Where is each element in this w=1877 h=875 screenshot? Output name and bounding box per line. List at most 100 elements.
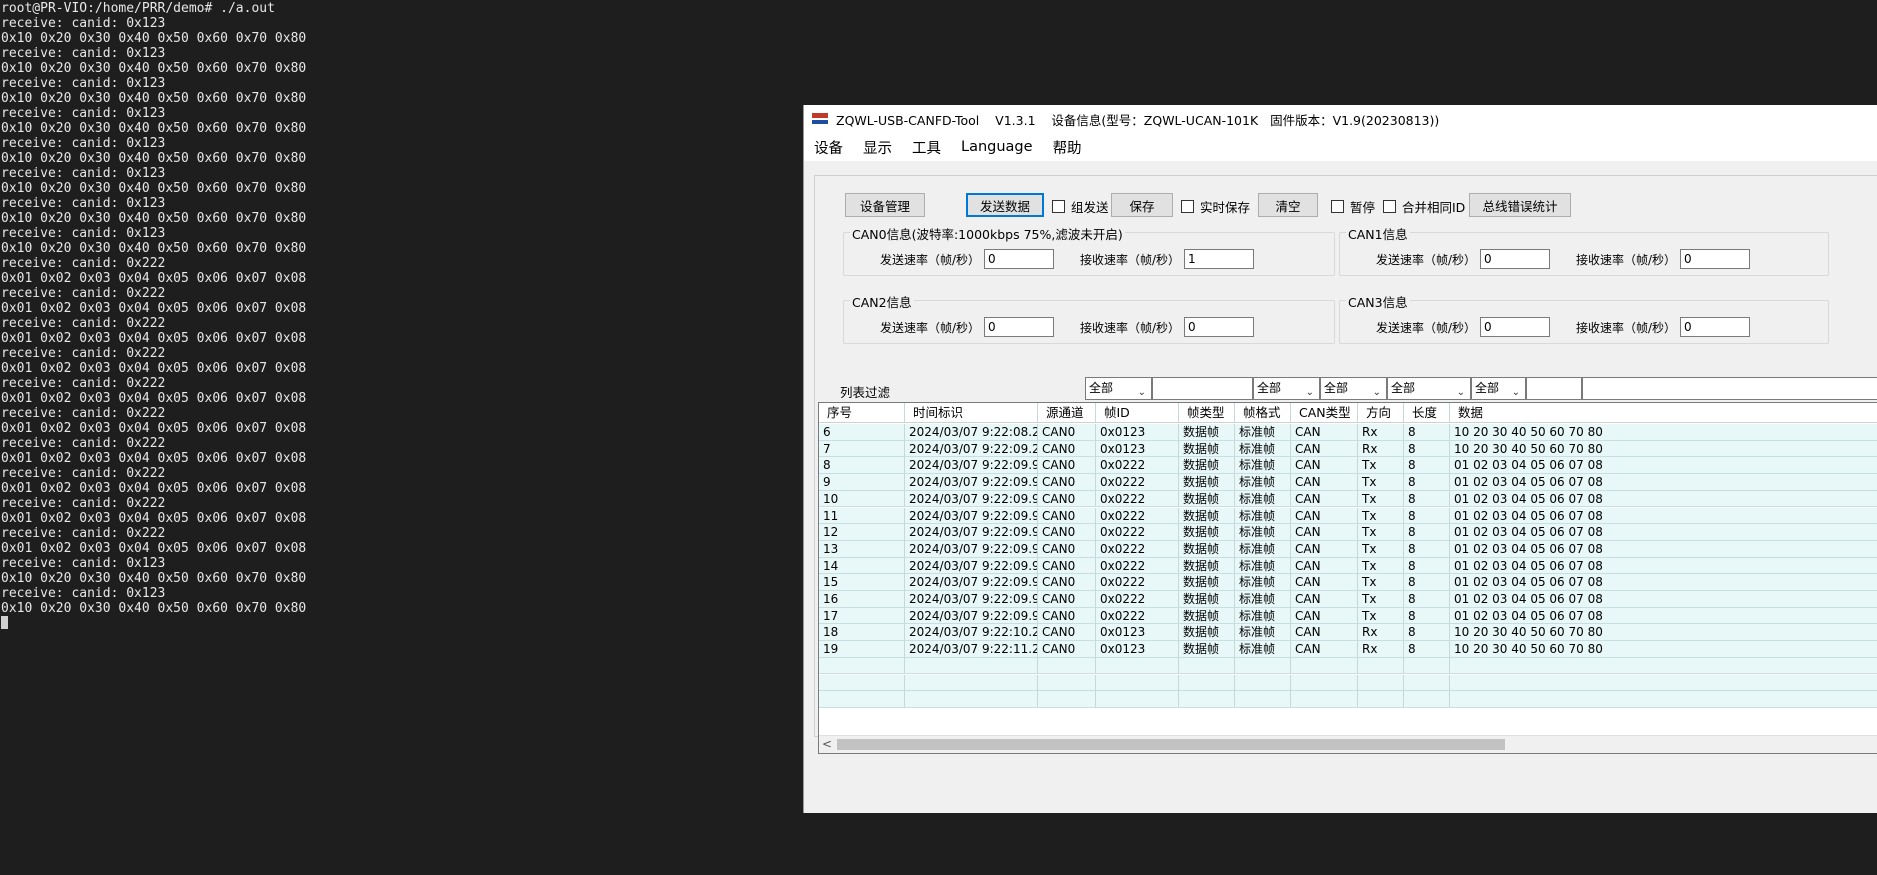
filter-channel-select[interactable]: 全部 ⌄ (1085, 377, 1152, 400)
cell-frame-format: 标准帧 (1235, 524, 1291, 541)
filter-frame-format-select[interactable]: 全部 ⌄ (1320, 377, 1387, 400)
can3-rx-field[interactable]: 0 (1680, 317, 1750, 337)
cell-seq: 12 (819, 524, 905, 541)
can2-rx-field[interactable]: 0 (1184, 317, 1254, 337)
table-row[interactable]: 62024/03/07 9:22:08.283CAN00x0123数据帧标准帧C… (819, 424, 1877, 441)
table-row[interactable]: 172024/03/07 9:22:09.952CAN00x0222数据帧标准帧… (819, 607, 1877, 625)
save-button[interactable]: 保存 (1111, 193, 1173, 217)
empty-cell (1038, 691, 1096, 708)
terminal-output-line: 0x10 0x20 0x30 0x40 0x50 0x60 0x70 0x80 (1, 241, 307, 256)
menu-display[interactable]: 显示 (863, 137, 892, 158)
terminal-output-line: receive: canid: 0x123 (1, 166, 166, 181)
empty-cell (1096, 657, 1179, 675)
can1-rx-field[interactable]: 0 (1680, 249, 1750, 269)
filter-frame-id-input[interactable] (1152, 377, 1253, 400)
can3-group: CAN3信息 发送速率（帧/秒） 0 接收速率（帧/秒） 0 (1339, 292, 1829, 344)
cell-direction: Tx (1358, 591, 1404, 608)
chevron-down-icon: ⌄ (1137, 387, 1146, 398)
empty-cell (819, 691, 905, 708)
filter-direction-select[interactable]: 全部 ⌄ (1471, 377, 1526, 400)
table-row[interactable]: 82024/03/07 9:22:09.943CAN00x0222数据帧标准帧C… (819, 457, 1877, 475)
cell-channel: CAN0 (1038, 524, 1096, 541)
menu-device[interactable]: 设备 (814, 137, 843, 158)
table-row[interactable]: 152024/03/07 9:22:09.950CAN00x0222数据帧标准帧… (819, 574, 1877, 591)
realtime-save-checkbox[interactable]: 实时保存 (1181, 197, 1250, 216)
cell-frame-id: 0x0222 (1096, 524, 1179, 541)
terminal-output-line: receive: canid: 0x222 (1, 496, 166, 511)
can1-tx-field[interactable]: 0 (1480, 249, 1550, 269)
column-header-timestamp[interactable]: 时间标识 (905, 403, 1038, 423)
table-row[interactable]: 72024/03/07 9:22:09.283CAN00x0123数据帧标准帧C… (819, 440, 1877, 458)
device-management-button[interactable]: 设备管理 (845, 193, 925, 217)
merge-same-id-checkbox[interactable]: 合并相同ID (1383, 197, 1465, 216)
column-header-length[interactable]: 长度 (1404, 403, 1450, 423)
cell-data: 01 02 03 04 05 06 07 08 (1450, 474, 1877, 491)
filter-frame-format-value: 全部 (1324, 381, 1349, 395)
terminal[interactable]: root@PR-VIO:/home/PRR/demo# ./a.out recei… (0, 0, 801, 875)
clear-button[interactable]: 清空 (1258, 193, 1318, 217)
terminal-output-line: 0x10 0x20 0x30 0x40 0x50 0x60 0x70 0x80 (1, 181, 307, 196)
cell-timestamp: 2024/03/07 9:22:09.949 (905, 557, 1038, 575)
chevron-down-icon: ⌄ (1511, 387, 1520, 398)
cell-frame-type: 数据帧 (1179, 424, 1235, 441)
filter-length-input[interactable] (1526, 377, 1582, 400)
can2-tx-field[interactable]: 0 (984, 317, 1054, 337)
filter-frame-type-value: 全部 (1257, 381, 1282, 395)
filter-data-input[interactable] (1582, 377, 1877, 400)
cell-data: 01 02 03 04 05 06 07 08 (1450, 574, 1877, 591)
menu-tools[interactable]: 工具 (912, 137, 941, 158)
cell-data: 10 20 30 40 50 60 70 80 (1450, 440, 1877, 458)
cell-length: 8 (1404, 591, 1450, 608)
send-data-button[interactable]: 发送数据 (966, 193, 1044, 217)
column-header-channel[interactable]: 源通道 (1038, 403, 1096, 423)
terminal-output-line: receive: canid: 0x222 (1, 436, 166, 451)
table-row[interactable]: 142024/03/07 9:22:09.949CAN00x0222数据帧标准帧… (819, 557, 1877, 575)
pause-checkbox[interactable]: 暂停 (1331, 197, 1375, 216)
cell-can-type: CAN (1291, 641, 1358, 658)
column-header-frame-format[interactable]: 帧格式 (1235, 403, 1291, 423)
scrollbar-thumb[interactable] (837, 739, 1505, 750)
cell-frame-type: 数据帧 (1179, 574, 1235, 591)
table-row[interactable]: 182024/03/07 9:22:10.283CAN00x0123数据帧标准帧… (819, 624, 1877, 642)
table-row[interactable]: 122024/03/07 9:22:09.947CAN00x0222数据帧标准帧… (819, 524, 1877, 541)
column-header-seq[interactable]: 序号 (819, 403, 905, 423)
scroll-left-icon[interactable]: < (822, 737, 832, 751)
realtime-save-checkbox-box[interactable] (1181, 200, 1194, 213)
cell-length: 8 (1404, 540, 1450, 558)
can0-tx-field[interactable]: 0 (984, 249, 1054, 269)
cell-direction: Tx (1358, 557, 1404, 575)
cell-timestamp: 2024/03/07 9:22:09.947 (905, 524, 1038, 541)
group-send-checkbox-box[interactable] (1052, 200, 1065, 213)
terminal-output-line: receive: canid: 0x123 (1, 586, 166, 601)
bus-error-stats-button[interactable]: 总线错误统计 (1469, 193, 1571, 217)
can1-group: CAN1信息 发送速率（帧/秒） 0 接收速率（帧/秒） 0 (1339, 224, 1829, 276)
pause-checkbox-box[interactable] (1331, 200, 1344, 213)
filter-can-type-select[interactable]: 全部 ⌄ (1387, 377, 1471, 400)
cell-length: 8 (1404, 440, 1450, 458)
table-row[interactable]: 102024/03/07 9:22:09.945CAN00x0222数据帧标准帧… (819, 490, 1877, 508)
menu-language[interactable]: Language (961, 139, 1033, 155)
column-header-data[interactable]: 数据 (1450, 403, 1877, 423)
column-header-direction[interactable]: 方向 (1358, 403, 1404, 423)
can3-tx-field[interactable]: 0 (1480, 317, 1550, 337)
filter-frame-type-select[interactable]: 全部 ⌄ (1253, 377, 1320, 400)
menu-help[interactable]: 帮助 (1053, 137, 1082, 158)
table-row[interactable]: 162024/03/07 9:22:09.951CAN00x0222数据帧标准帧… (819, 591, 1877, 608)
table-row[interactable]: 132024/03/07 9:22:09.948CAN00x0222数据帧标准帧… (819, 540, 1877, 558)
column-header-frame-id[interactable]: 帧ID (1096, 403, 1179, 423)
table-row[interactable]: 192024/03/07 9:22:11.283CAN00x0123数据帧标准帧… (819, 641, 1877, 658)
column-header-frame-type[interactable]: 帧类型 (1179, 403, 1235, 423)
group-send-checkbox[interactable]: 组发送 (1052, 197, 1109, 216)
cell-data: 10 20 30 40 50 60 70 80 (1450, 641, 1877, 658)
table-row[interactable]: 112024/03/07 9:22:09.946CAN00x0222数据帧标准帧… (819, 507, 1877, 525)
table-row[interactable]: 92024/03/07 9:22:09.944CAN00x0222数据帧标准帧C… (819, 474, 1877, 491)
can0-rx-field[interactable]: 1 (1184, 249, 1254, 269)
frame-table[interactable]: 序号 时间标识 源通道 帧ID 帧类型 帧格式 CAN类型 方向 长度 数据 6 2024/03/07… (818, 402, 1877, 754)
merge-same-id-checkbox-box[interactable] (1383, 200, 1396, 213)
cell-direction: Tx (1358, 574, 1404, 591)
empty-cell (1096, 674, 1179, 692)
column-header-can-type[interactable]: CAN类型 (1291, 403, 1358, 423)
cell-direction: Tx (1358, 607, 1404, 625)
cell-frame-type: 数据帧 (1179, 624, 1235, 642)
horizontal-scrollbar[interactable]: < (819, 735, 1877, 753)
